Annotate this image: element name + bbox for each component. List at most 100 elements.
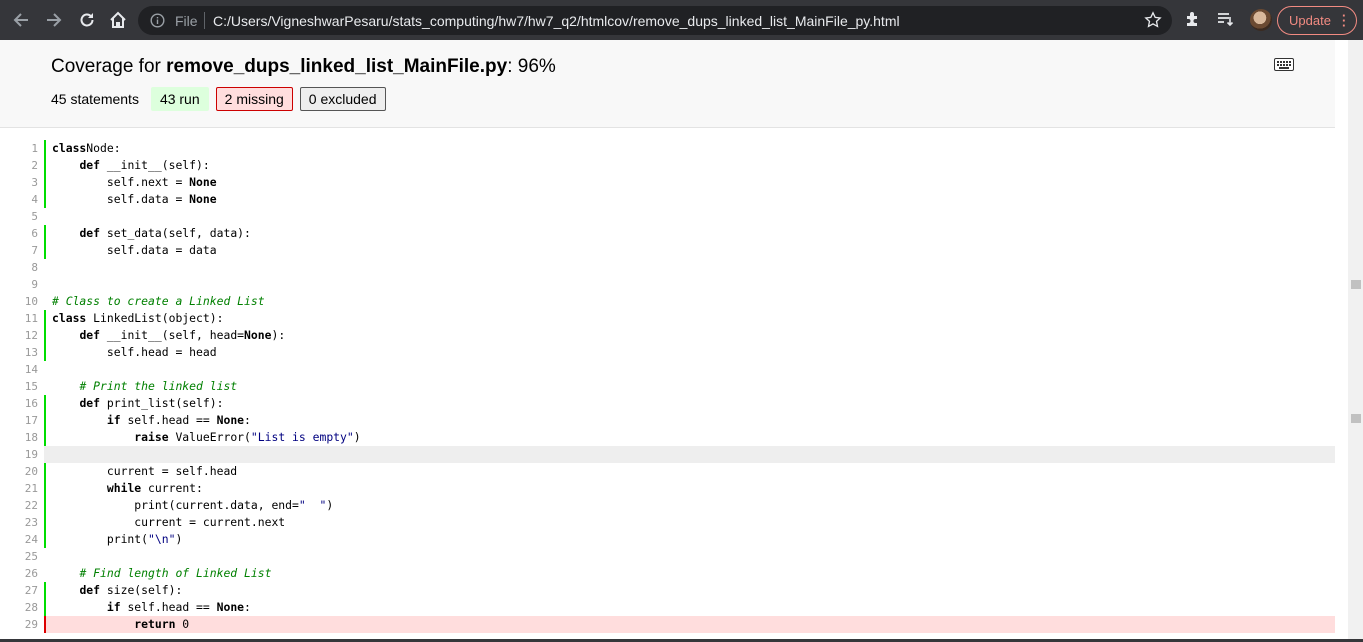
source-line[interactable]: 10 # Class to create a Linked List bbox=[0, 293, 1335, 310]
line-number[interactable]: 11 bbox=[0, 310, 38, 327]
source-line[interactable]: 15 # Print the linked list bbox=[0, 378, 1335, 395]
source-line[interactable]: 6 def set_data(self, data): bbox=[0, 225, 1335, 242]
line-code: self.data = data bbox=[44, 242, 1335, 259]
line-number[interactable]: 12 bbox=[0, 327, 38, 344]
run-toggle-button[interactable]: 43 run bbox=[150, 87, 209, 111]
line-number[interactable]: 19 bbox=[0, 446, 38, 463]
info-icon[interactable] bbox=[150, 13, 165, 33]
line-number[interactable]: 21 bbox=[0, 480, 38, 497]
line-number[interactable]: 17 bbox=[0, 412, 38, 429]
source-line[interactable]: 11 class LinkedList(object): bbox=[0, 310, 1335, 327]
line-number[interactable]: 28 bbox=[0, 599, 38, 616]
line-number[interactable]: 4 bbox=[0, 191, 38, 208]
reading-list-icon[interactable] bbox=[1216, 10, 1234, 33]
source-line[interactable]: 17 if self.head == None: bbox=[0, 412, 1335, 429]
back-icon[interactable] bbox=[9, 8, 33, 32]
source-line[interactable]: 25 bbox=[0, 548, 1335, 565]
source-line[interactable]: 3 self.next = None bbox=[0, 174, 1335, 191]
source-line[interactable]: 9 bbox=[0, 276, 1335, 293]
scrollbar[interactable] bbox=[1348, 40, 1363, 642]
source-line[interactable]: 12 def __init__(self, head=None): bbox=[0, 327, 1335, 344]
menu-dots-icon[interactable]: · · · bbox=[1342, 9, 1346, 32]
forward-icon[interactable] bbox=[42, 8, 66, 32]
line-number[interactable]: 29 bbox=[0, 616, 38, 633]
keyboard-icon[interactable] bbox=[1274, 58, 1294, 76]
source-line[interactable]: 22 print(current.data, end=" ") bbox=[0, 497, 1335, 514]
code-token: : bbox=[244, 413, 251, 427]
line-number[interactable]: 13 bbox=[0, 344, 38, 361]
line-number[interactable]: 3 bbox=[0, 174, 38, 191]
line-number[interactable]: 25 bbox=[0, 548, 38, 565]
code-token: ValueError( bbox=[168, 430, 251, 444]
line-number[interactable]: 1 bbox=[0, 140, 38, 157]
line-number[interactable]: 7 bbox=[0, 242, 38, 259]
star-icon[interactable] bbox=[1144, 11, 1162, 34]
url-text[interactable]: C:/Users/VigneshwarPesaru/stats_computin… bbox=[213, 13, 900, 29]
line-number[interactable]: 26 bbox=[0, 565, 38, 582]
line-number[interactable]: 27 bbox=[0, 582, 38, 599]
excluded-toggle-button[interactable]: 0 excluded bbox=[299, 87, 386, 111]
line-number[interactable]: 18 bbox=[0, 429, 38, 446]
source-line[interactable]: 2 def __init__(self): bbox=[0, 157, 1335, 174]
code-token: None bbox=[216, 413, 245, 427]
reload-icon[interactable] bbox=[75, 8, 99, 32]
file-name: remove_dups_linked_list_MainFile.py bbox=[166, 56, 508, 77]
source-line[interactable]: 21 while current: bbox=[0, 480, 1335, 497]
code-token: ): bbox=[271, 328, 286, 342]
source-line[interactable]: 16 def print_list(self): bbox=[0, 395, 1335, 412]
update-button[interactable]: Update · · · bbox=[1277, 6, 1357, 35]
statements-count: 45 statements bbox=[51, 91, 139, 107]
line-number[interactable]: 23 bbox=[0, 514, 38, 531]
line-number[interactable]: 2 bbox=[0, 157, 38, 174]
source-line[interactable]: 19 bbox=[0, 446, 1335, 463]
line-number[interactable]: 5 bbox=[0, 208, 38, 225]
code-token: def bbox=[79, 583, 101, 597]
source-line[interactable]: 14 bbox=[0, 361, 1335, 378]
profile-avatar[interactable] bbox=[1250, 9, 1272, 31]
source-line[interactable]: 23 current = current.next bbox=[0, 514, 1335, 531]
home-icon[interactable] bbox=[106, 8, 130, 32]
address-bar[interactable]: File C:/Users/VigneshwarPesaru/stats_com… bbox=[138, 6, 1172, 35]
line-code: while current: bbox=[44, 480, 1335, 497]
source-line[interactable]: 24 print("\n") bbox=[0, 531, 1335, 548]
code-token: while bbox=[106, 481, 142, 495]
source-line[interactable]: 4 self.data = None bbox=[0, 191, 1335, 208]
source-line[interactable]: 26 # Find length of Linked List bbox=[0, 565, 1335, 582]
code-token: # Print the linked list bbox=[79, 379, 238, 393]
line-number[interactable]: 22 bbox=[0, 497, 38, 514]
source-line[interactable]: 20 current = self.head bbox=[0, 463, 1335, 480]
line-number[interactable]: 10 bbox=[0, 293, 38, 310]
line-code: def print_list(self): bbox=[44, 395, 1335, 412]
line-number[interactable]: 14 bbox=[0, 361, 38, 378]
source-line[interactable]: 27 def size(self): bbox=[0, 582, 1335, 599]
code-token: # Find length of Linked List bbox=[79, 566, 272, 580]
title-prefix: Coverage for bbox=[51, 56, 167, 77]
source-line[interactable]: 8 bbox=[0, 259, 1335, 276]
source-line[interactable]: 1 classNode: bbox=[0, 140, 1335, 157]
line-number[interactable]: 6 bbox=[0, 225, 38, 242]
missing-toggle-button[interactable]: 2 missing bbox=[215, 87, 293, 111]
line-number[interactable]: 15 bbox=[0, 378, 38, 395]
source-line[interactable]: 18 raise ValueError("List is empty") bbox=[0, 429, 1335, 446]
code-token: print_list(self): bbox=[100, 396, 224, 410]
line-number[interactable]: 16 bbox=[0, 395, 38, 412]
source-line[interactable]: 29 return 0 bbox=[0, 616, 1335, 633]
line-number[interactable]: 9 bbox=[0, 276, 38, 293]
line-code: # Find length of Linked List bbox=[44, 565, 1335, 582]
extensions-icon[interactable] bbox=[1184, 10, 1202, 33]
source-line[interactable]: 7 self.data = data bbox=[0, 242, 1335, 259]
code-token: "List is empty" bbox=[250, 430, 354, 444]
line-number[interactable]: 20 bbox=[0, 463, 38, 480]
source-line[interactable]: 5 bbox=[0, 208, 1335, 225]
source-line[interactable]: 13 self.head = head bbox=[0, 344, 1335, 361]
code-token: self.head == bbox=[120, 413, 217, 427]
line-number[interactable]: 8 bbox=[0, 259, 38, 276]
source-line[interactable]: 28 if self.head == None: bbox=[0, 599, 1335, 616]
line-number[interactable]: 24 bbox=[0, 531, 38, 548]
code-token: if bbox=[106, 413, 121, 427]
